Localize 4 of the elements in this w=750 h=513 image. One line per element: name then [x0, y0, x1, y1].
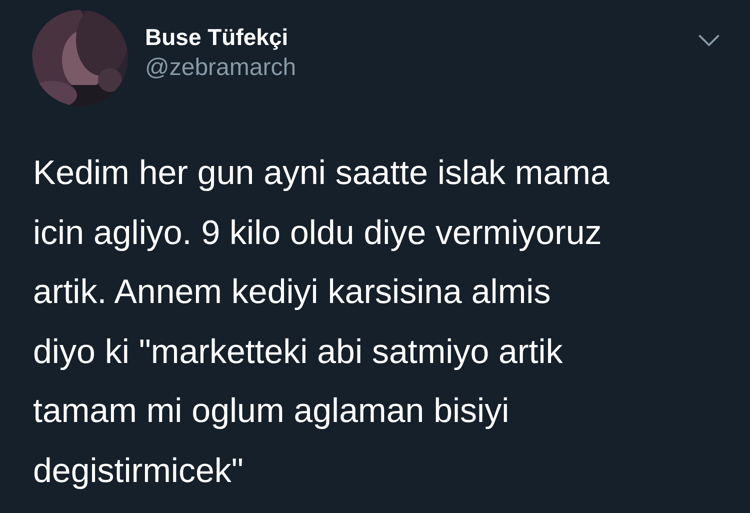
- author-name[interactable]: Buse Tüfekçi: [145, 23, 698, 51]
- author-handle[interactable]: @zebramarch: [145, 51, 698, 85]
- tweet-text: Kedim her gun ayni saatte islak mama icin agliyo. 9 kilo oldu diye vermiyoruz artik. Annem kediyi karsisina almis diyo ki "marketteki abi satmiyo artik tamam mi oglum aglaman bisiyi degistirmicek": [33, 153, 610, 492]
- chevron-down-icon[interactable]: [698, 34, 720, 47]
